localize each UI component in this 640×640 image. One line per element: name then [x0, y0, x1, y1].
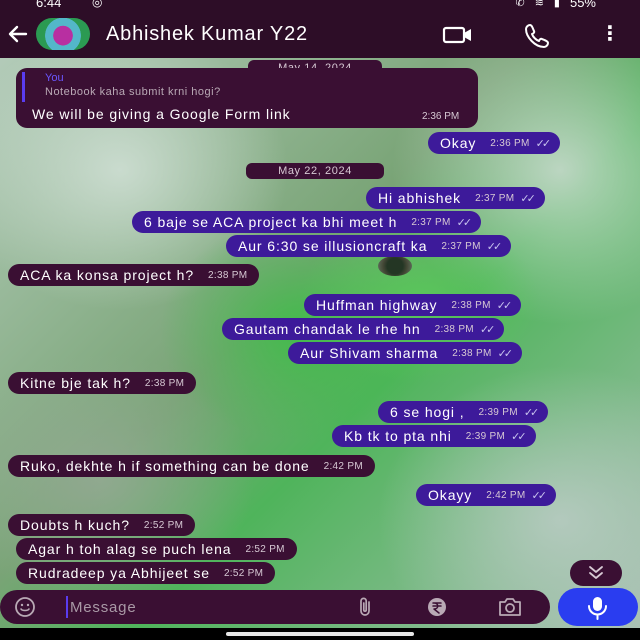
- battery-level: 55%: [569, 0, 596, 10]
- date-label: May 22, 2024: [278, 165, 352, 177]
- message-text: Hi abhishek: [378, 190, 462, 206]
- read-receipt-icon: ✓✓: [535, 137, 552, 150]
- phone-call-icon[interactable]: [522, 20, 554, 50]
- read-receipt-icon: ✓✓: [520, 192, 536, 205]
- message-text: Gautam chandak le rhe hn: [234, 321, 421, 337]
- message-time: 2:37 PM: [441, 240, 481, 252]
- message-time: 2:36 PM: [422, 111, 460, 122]
- message-composer: [0, 590, 550, 624]
- camera-icon[interactable]: [496, 596, 524, 618]
- message-time: 2:52 PM: [143, 519, 184, 531]
- more-vertical-icon[interactable]: ⋮: [594, 20, 626, 50]
- message-time: 2:52 PM: [223, 567, 264, 579]
- read-receipt-icon: ✓✓: [479, 323, 496, 336]
- message-text: Ruko, dekhte h if something can be done: [20, 458, 310, 474]
- date-separator: May 22, 2024: [246, 163, 384, 179]
- message-text: Okay: [440, 135, 477, 151]
- message-text: Rudradeep ya Abhijeet se: [28, 565, 210, 581]
- read-receipt-icon: ✓✓: [486, 240, 503, 253]
- outgoing-message[interactable]: Okay 2:36 PM ✓✓: [428, 132, 561, 154]
- emoji-icon[interactable]: [14, 596, 36, 618]
- incoming-message[interactable]: Ruko, dekhte h if something can be done …: [8, 455, 375, 477]
- message-text: Okayy: [428, 487, 473, 503]
- chat-header: Abhishek Kumar Y22 ⋮: [0, 12, 640, 58]
- outgoing-message[interactable]: Hi abhishek 2:37 PM ✓✓: [366, 187, 545, 209]
- phone-signal-icon: ✆: [515, 0, 525, 9]
- message-time: 2:37 PM: [475, 192, 515, 204]
- contact-name[interactable]: Abhishek Kumar Y22: [106, 23, 308, 46]
- message-text: 6 baje se ACA project ka bhi meet h: [144, 214, 398, 230]
- incoming-message[interactable]: Agar h toh alag se puch lena 2:52 PM: [16, 538, 297, 560]
- incoming-message[interactable]: Kitne bje tak h? 2:38 PM: [8, 372, 197, 394]
- message-time: 2:38 PM: [452, 347, 492, 359]
- double-chevron-down-icon[interactable]: [570, 560, 622, 586]
- message-time: 2:39 PM: [465, 430, 506, 442]
- message-time: 2:38 PM: [434, 323, 474, 335]
- read-receipt-icon: ✓✓: [511, 430, 527, 443]
- incoming-message[interactable]: Doubts h kuch? 2:52 PM: [8, 514, 196, 536]
- message-time: 2:38 PM: [451, 299, 491, 311]
- outgoing-message[interactable]: Gautam chandak le rhe hn 2:38 PM ✓✓: [222, 318, 505, 340]
- read-receipt-icon: ✓✓: [456, 216, 473, 229]
- message-text: Kb tk to pta nhi: [344, 428, 452, 444]
- wallpaper-cat-eye: [378, 256, 412, 276]
- message-input[interactable]: [66, 596, 336, 618]
- read-receipt-icon: ✓✓: [496, 299, 513, 312]
- video-call-icon[interactable]: [442, 20, 474, 50]
- back-arrow-icon[interactable]: [4, 20, 32, 48]
- message-text: Aur 6:30 se illusioncraft ka: [238, 238, 428, 254]
- quote-text: Notebook kaha submit krni hogi?: [45, 86, 221, 98]
- message-text: We will be giving a Google Form link: [32, 106, 291, 122]
- instagram-icon: ◎: [92, 0, 103, 9]
- message-time: 2:36 PM: [490, 137, 530, 149]
- outgoing-message[interactable]: Aur Shivam sharma 2:38 PM ✓✓: [288, 342, 523, 364]
- message-time: 2:38 PM: [144, 377, 185, 389]
- message-time: 2:38 PM: [208, 269, 248, 281]
- incoming-message[interactable]: Rudradeep ya Abhijeet se 2:52 PM: [16, 562, 276, 584]
- message-time: 2:39 PM: [478, 406, 518, 418]
- incoming-message[interactable]: ACA ka konsa project h? 2:38 PM: [8, 264, 260, 286]
- contact-avatar[interactable]: [36, 18, 90, 50]
- outgoing-message[interactable]: Huffman highway 2:38 PM ✓✓: [304, 294, 522, 316]
- outgoing-message[interactable]: Okayy 2:42 PM ✓✓: [416, 484, 556, 506]
- microphone-icon[interactable]: [558, 588, 638, 626]
- message-time: 2:42 PM: [486, 489, 526, 501]
- message-text: Huffman highway: [316, 297, 438, 313]
- message-time: 2:52 PM: [245, 543, 285, 555]
- wifi-icon: ≋: [534, 0, 544, 9]
- home-gesture-pill[interactable]: [226, 632, 414, 636]
- message-text: ACA ka konsa project h?: [20, 267, 195, 283]
- read-receipt-icon: ✓✓: [531, 489, 548, 502]
- read-receipt-icon: ✓✓: [523, 406, 540, 419]
- signal-bars-icon: ▮: [553, 0, 560, 9]
- outgoing-message[interactable]: 6 se hogi , 2:39 PM ✓✓: [378, 401, 549, 423]
- message-time: 2:37 PM: [411, 216, 451, 228]
- read-receipt-icon: ✓✓: [497, 347, 514, 360]
- outgoing-message[interactable]: Kb tk to pta nhi 2:39 PM ✓✓: [332, 425, 536, 447]
- message-text: Aur Shivam sharma: [300, 345, 439, 361]
- message-text: Doubts h kuch?: [20, 517, 130, 533]
- quote-author: You: [45, 72, 64, 84]
- status-indicators: ✆ ≋ ▮ 55%: [515, 0, 596, 10]
- outgoing-message[interactable]: 6 baje se ACA project ka bhi meet h 2:37…: [132, 211, 482, 233]
- status-time: 6:44: [36, 0, 62, 10]
- reply-message-bubble[interactable]: You Notebook kaha submit krni hogi? We w…: [16, 68, 478, 128]
- rupee-icon[interactable]: [424, 596, 450, 618]
- message-time: 2:42 PM: [323, 460, 363, 472]
- message-text: 6 se hogi ,: [390, 404, 465, 420]
- outgoing-message[interactable]: Aur 6:30 se illusioncraft ka 2:37 PM ✓✓: [226, 235, 512, 257]
- message-text: Kitne bje tak h?: [20, 375, 131, 391]
- quoted-message[interactable]: You Notebook kaha submit krni hogi?: [22, 72, 464, 102]
- message-text: Agar h toh alag se puch lena: [28, 541, 232, 557]
- status-bar: 6:44 ◎ ✆ ≋ ▮ 55%: [0, 0, 640, 12]
- paperclip-icon[interactable]: [354, 596, 376, 618]
